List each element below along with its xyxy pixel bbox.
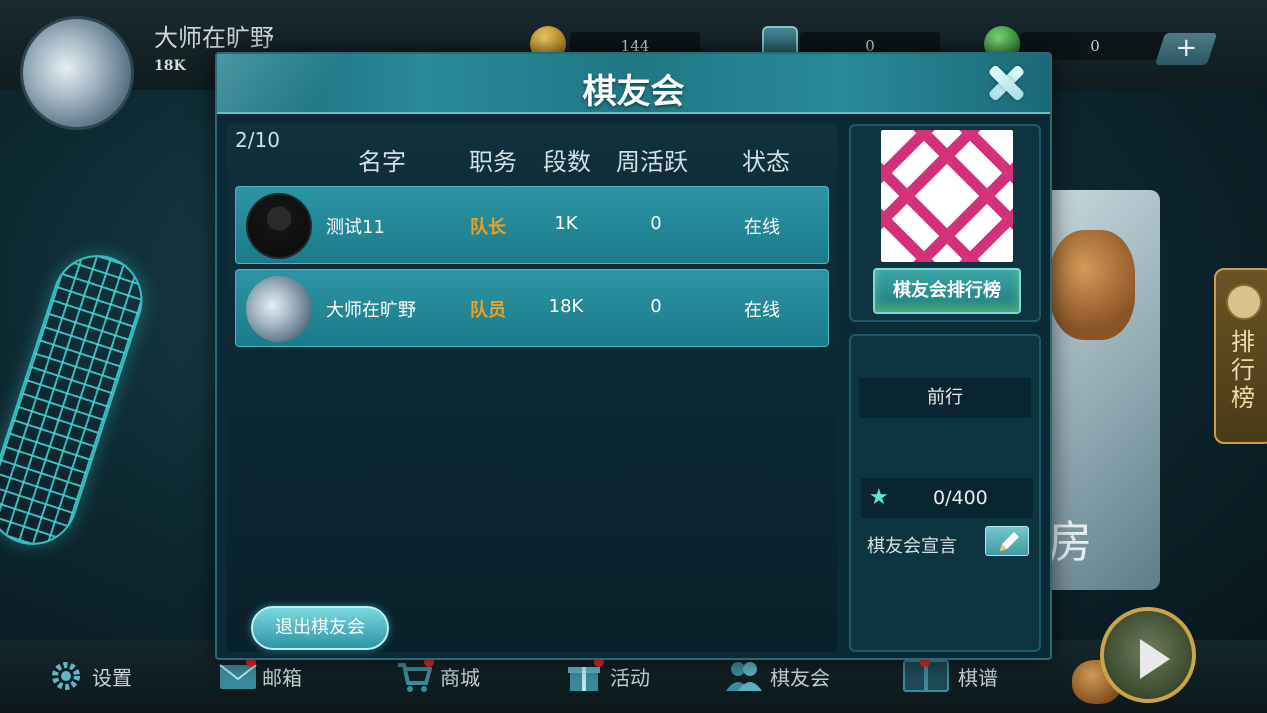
plus-icon: + bbox=[1175, 33, 1198, 63]
member-role: 队员 bbox=[470, 300, 506, 321]
nav-shop[interactable]: 商城 bbox=[396, 656, 480, 696]
player-rank: 18K bbox=[154, 58, 186, 74]
member-weekly-active: 0 bbox=[650, 213, 662, 234]
star-icon: ★ bbox=[869, 485, 889, 510]
stone-bowl-icon bbox=[1050, 230, 1135, 340]
dialog-title: 棋友会 bbox=[582, 72, 685, 112]
nav-shop-label: 商城 bbox=[440, 665, 480, 690]
go-club-dialog: 棋友会 2/10 名字 职务 段数 周活跃 状态 测试11 队长 1K 0 在线… bbox=[215, 52, 1052, 660]
gift-icon bbox=[566, 657, 604, 693]
column-header-rank: 段数 bbox=[543, 148, 591, 176]
member-status: 在线 bbox=[744, 217, 780, 238]
nav-events[interactable]: 活动 bbox=[566, 656, 650, 696]
pencil-icon bbox=[1000, 532, 1019, 551]
member-weekly-active: 0 bbox=[650, 296, 662, 317]
close-icon[interactable] bbox=[987, 64, 1025, 102]
nav-settings-label: 设置 bbox=[92, 665, 132, 690]
nav-mail-label: 邮箱 bbox=[262, 665, 302, 690]
leaderboard-tab[interactable]: 排行榜 bbox=[1214, 268, 1267, 444]
nav-records[interactable]: 棋谱 bbox=[902, 656, 998, 696]
go-bowl-wireframe-decoration bbox=[0, 243, 155, 557]
dialog-header: 棋友会 bbox=[217, 54, 1050, 114]
gear-icon bbox=[48, 659, 84, 693]
add-currency-button[interactable]: + bbox=[1154, 33, 1218, 65]
leaderboard-tab-label: 排行榜 bbox=[1231, 328, 1255, 412]
column-header-weekly-active: 周活跃 bbox=[616, 148, 688, 176]
cart-icon bbox=[396, 657, 434, 693]
member-rank: 18K bbox=[548, 296, 584, 317]
nav-club-label: 棋友会 bbox=[770, 665, 830, 690]
member-rank: 1K bbox=[554, 213, 578, 234]
member-list-panel: 2/10 名字 职务 段数 周活跃 状态 测试11 队长 1K 0 在线 大师在… bbox=[227, 124, 837, 652]
nav-events-label: 活动 bbox=[610, 665, 650, 690]
club-details-panel: 前行 ★ 0/400 棋友会宣言 bbox=[849, 334, 1041, 652]
member-count: 2/10 bbox=[235, 128, 280, 152]
column-header-name: 名字 bbox=[358, 148, 406, 176]
member-name: 测试11 bbox=[326, 217, 385, 238]
player-avatar[interactable] bbox=[20, 16, 134, 130]
club-declaration-label: 棋友会宣言 bbox=[867, 536, 957, 557]
member-status: 在线 bbox=[744, 300, 780, 321]
edit-declaration-button[interactable] bbox=[985, 526, 1029, 556]
member-avatar bbox=[246, 276, 312, 342]
club-emblem-icon bbox=[881, 130, 1013, 262]
nav-mail[interactable]: 邮箱 bbox=[218, 656, 302, 696]
nav-settings[interactable]: 设置 bbox=[48, 656, 132, 696]
member-role: 队长 bbox=[470, 217, 506, 238]
club-ranking-button[interactable]: 棋友会排行榜 bbox=[873, 268, 1021, 314]
player-name: 大师在旷野 bbox=[154, 24, 274, 52]
exit-club-button[interactable]: 退出棋友会 bbox=[251, 606, 389, 650]
member-avatar bbox=[246, 193, 312, 259]
column-header-role: 职务 bbox=[469, 148, 517, 176]
member-row[interactable]: 大师在旷野 队员 18K 0 在线 bbox=[235, 269, 829, 347]
column-header-status: 状态 bbox=[742, 148, 790, 176]
play-button[interactable] bbox=[1100, 607, 1196, 703]
nav-records-label: 棋谱 bbox=[958, 665, 998, 690]
book-icon bbox=[902, 657, 950, 693]
member-row[interactable]: 测试11 队长 1K 0 在线 bbox=[235, 186, 829, 264]
club-progress: ★ 0/400 bbox=[861, 478, 1033, 518]
club-info-panel: 棋友会排行榜 bbox=[849, 124, 1041, 322]
room-card-label: 房 bbox=[1048, 517, 1092, 568]
nav-club[interactable]: 棋友会 bbox=[726, 656, 830, 696]
club-progress-value: 0/400 bbox=[933, 487, 988, 509]
mail-icon bbox=[218, 657, 257, 693]
club-notice: 前行 bbox=[859, 378, 1031, 418]
play-icon bbox=[1140, 639, 1170, 679]
friends-icon bbox=[726, 659, 762, 693]
member-name: 大师在旷野 bbox=[326, 300, 416, 321]
leaderboard-icon bbox=[1226, 284, 1262, 320]
room-card[interactable]: 房 bbox=[1040, 190, 1160, 590]
